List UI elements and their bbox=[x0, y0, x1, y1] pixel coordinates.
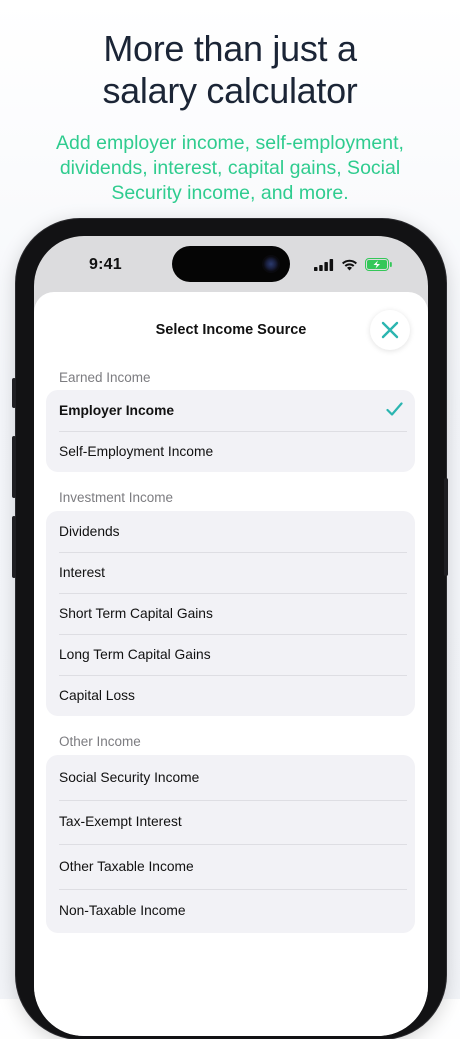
income-source-sheet: Select Income Source Earned Income Emplo… bbox=[34, 292, 428, 1036]
list-item-dividends[interactable]: Dividends bbox=[46, 511, 415, 552]
wifi-icon bbox=[342, 259, 357, 270]
list-item-tax-exempt-interest[interactable]: Tax-Exempt Interest bbox=[46, 799, 415, 845]
section-label-investment-income: Investment Income bbox=[59, 490, 174, 505]
list-item-label: Short Term Capital Gains bbox=[59, 606, 213, 621]
investment-income-group: Dividends Interest Short Term Capital Ga… bbox=[46, 511, 415, 716]
headline-line-2: salary calculator bbox=[102, 70, 358, 111]
section-label-other-income: Other Income bbox=[59, 734, 141, 749]
action-button bbox=[12, 378, 16, 408]
list-item-label: Tax-Exempt Interest bbox=[59, 814, 182, 830]
list-item-label: Social Security Income bbox=[59, 769, 200, 785]
side-button bbox=[444, 478, 448, 576]
list-item-label: Capital Loss bbox=[59, 688, 135, 703]
list-item-label: Interest bbox=[59, 565, 106, 580]
headline-line-1: More than just a bbox=[103, 28, 357, 69]
list-item-interest[interactable]: Interest bbox=[46, 552, 415, 593]
cellular-signal-icon bbox=[314, 258, 334, 271]
camera-icon bbox=[262, 255, 280, 273]
list-item-self-employment-income[interactable]: Self-Employment Income bbox=[46, 431, 415, 472]
list-item-label: Self-Employment Income bbox=[59, 444, 214, 459]
list-item-social-security-income[interactable]: Social Security Income bbox=[46, 755, 415, 800]
list-item-label: Non-Taxable Income bbox=[59, 903, 186, 919]
hero-headline: More than just a salary calculator bbox=[0, 28, 460, 112]
phone-screen: 9:41 Select Income Source Earned Income … bbox=[34, 236, 428, 1036]
list-item-non-taxable-income[interactable]: Non-Taxable Income bbox=[46, 888, 415, 934]
volume-down-button bbox=[12, 516, 16, 578]
list-item-employer-income[interactable]: Employer Income bbox=[46, 390, 415, 431]
list-item-label: Long Term Capital Gains bbox=[59, 647, 211, 662]
status-icons bbox=[314, 258, 393, 271]
close-button[interactable] bbox=[370, 310, 410, 350]
checkmark-icon bbox=[386, 402, 403, 416]
list-item-label: Other Taxable Income bbox=[59, 858, 194, 874]
volume-up-button bbox=[12, 436, 16, 498]
earned-income-group: Employer Income Self-Employment Income bbox=[46, 390, 415, 472]
battery-charging-icon bbox=[365, 258, 392, 271]
list-item-other-taxable-income[interactable]: Other Taxable Income bbox=[46, 844, 415, 889]
close-icon bbox=[381, 321, 399, 339]
other-income-group: Social Security Income Tax-Exempt Intere… bbox=[46, 755, 415, 933]
dynamic-island bbox=[172, 246, 290, 282]
hero-subhead: Add employer income, self-employment, di… bbox=[56, 132, 404, 204]
list-item-capital-loss[interactable]: Capital Loss bbox=[46, 675, 415, 716]
list-item-label: Employer Income bbox=[59, 403, 175, 418]
status-time: 9:41 bbox=[89, 256, 122, 273]
sheet-title: Select Income Source bbox=[155, 322, 307, 338]
list-item-short-term-capital-gains[interactable]: Short Term Capital Gains bbox=[46, 593, 415, 634]
list-item-long-term-capital-gains[interactable]: Long Term Capital Gains bbox=[46, 634, 415, 675]
section-label-earned-income: Earned Income bbox=[59, 370, 151, 385]
list-item-label: Dividends bbox=[59, 524, 120, 539]
